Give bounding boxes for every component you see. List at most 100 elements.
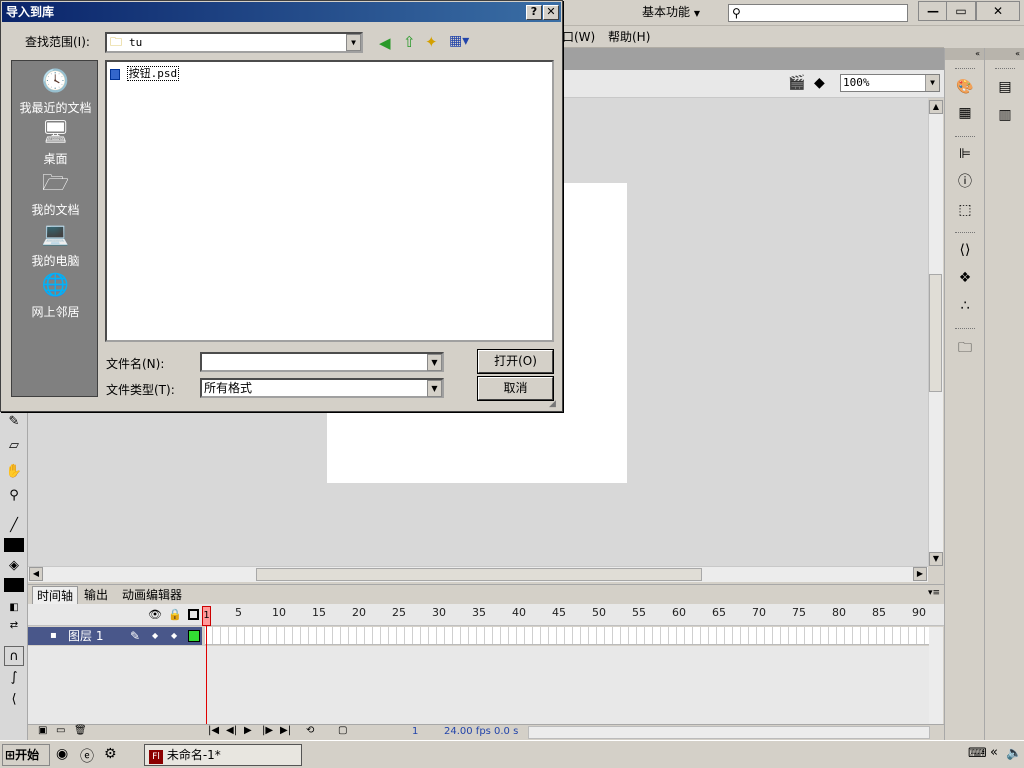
onion-skin-icon[interactable]: ▢ [338,725,347,736]
delete-icon[interactable]: 🗑 [74,725,87,736]
new-layer-icon[interactable]: ▣ [38,725,47,736]
place-network[interactable]: 🌐 网上邻居 [12,271,99,320]
playhead-handle[interactable]: 1 [202,606,211,626]
view-menu-icon[interactable]: ▦▾ [449,33,469,49]
chevron-down-icon[interactable]: ▼ [346,34,361,51]
panel-grip[interactable] [955,68,975,74]
help-button[interactable]: ? [526,5,542,20]
collapse-icon[interactable]: « [985,48,1024,60]
cancel-button[interactable]: 取消 [477,376,554,401]
stroke-color-swatch[interactable] [4,538,24,552]
filetype-select[interactable]: 所有格式 ▼ [200,378,444,398]
color-panel-icon[interactable]: 🎨 [954,76,976,98]
panel-grip[interactable] [955,136,975,142]
layer-row[interactable]: ▪ 图层 1 ✎ ◆ ◆ [28,627,202,645]
hand-icon[interactable]: ✋ [4,462,24,482]
play-icon[interactable]: ▶ [244,725,252,736]
collapse-icon[interactable]: « [945,48,984,60]
edit-symbols-icon[interactable]: ◆ [814,75,825,91]
snap-magnet-icon[interactable]: ∩ [4,646,24,666]
place-my-computer[interactable]: 💻 我的电脑 [12,220,99,269]
place-recent[interactable]: 🕓 我最近的文档 [12,67,99,116]
up-folder-icon[interactable]: ⇧ [403,33,416,51]
default-colors-icon[interactable]: ◧ [4,598,24,618]
edit-scene-icon[interactable]: 🎬 [788,75,805,91]
frame-strip[interactable] [205,627,929,645]
eye-icon[interactable]: 👁 [148,608,162,621]
layer-name[interactable]: 图层 1 [68,627,103,645]
workspace-switcher[interactable]: 基本功能 ▼ [636,3,714,22]
lookin-select[interactable]: 🗀 tu ▼ [105,32,363,53]
panel-menu-icon[interactable]: ▾≡ [928,588,940,598]
eraser-icon[interactable]: ▱ [4,436,24,456]
properties-panel-icon[interactable]: ▤ [994,76,1016,98]
chevron-down-icon[interactable]: ▼ [427,354,442,371]
step-forward-icon[interactable]: |▶ [262,725,273,736]
lock-dot[interactable]: ◆ [171,627,177,645]
swap-colors-icon[interactable]: ⇄ [4,616,24,636]
vertical-scroll-thumb[interactable] [929,274,942,392]
outline-icon[interactable] [188,609,199,620]
components-panel-icon[interactable]: ❖ [954,267,976,289]
align-panel-icon[interactable]: ⊫ [954,143,976,165]
stroke-color-icon[interactable]: ╱ [4,516,24,536]
swatches-panel-icon[interactable]: ▦ [954,102,976,124]
keyboard-icon[interactable]: ⌨ [968,746,987,761]
horizontal-scroll-thumb[interactable] [256,568,702,581]
loop-icon[interactable]: ⟲ [306,725,314,736]
straighten-icon[interactable]: ⟨ [4,690,24,710]
filename-input[interactable]: ▼ [200,352,444,372]
media-icon[interactable]: ⚙ [104,746,117,762]
project-panel-icon[interactable]: 🗀 [954,337,976,359]
timeline-horizontal-scrollbar[interactable] [528,726,930,739]
eyedropper-icon[interactable]: ✎ [4,412,24,432]
restore-button[interactable]: ▭ [946,1,976,21]
scroll-left-icon[interactable]: ◀ [29,567,43,581]
open-button[interactable]: 打开(O) [477,349,554,374]
back-icon[interactable]: ◀ [379,34,391,52]
transform-panel-icon[interactable]: ⬚ [954,199,976,221]
info-panel-icon[interactable]: ⓘ [954,171,976,193]
last-frame-icon[interactable]: ▶| [280,725,291,736]
zoom-select[interactable]: 100% ▼ [840,74,940,92]
volume-icon[interactable]: 🔈 [1006,746,1022,761]
fill-color-swatch[interactable] [4,578,24,592]
menu-window[interactable]: 口(W) [562,28,595,46]
dialog-title-bar[interactable]: 导入到库 ? ✕ [2,2,561,22]
place-desktop[interactable]: 🖥 桌面 [12,118,99,167]
search-input[interactable]: ⚲ [728,4,908,22]
motion-presets-icon[interactable]: ∴ [954,295,976,317]
close-button[interactable]: ✕ [976,1,1020,21]
library-panel-icon[interactable]: ▥ [994,104,1016,126]
panel-grip[interactable] [955,232,975,238]
tab-motion-editor[interactable]: 动画编辑器 [118,586,186,604]
taskbar-flash-item[interactable]: Fl 未命名-1* [144,744,302,766]
layer-color-swatch[interactable] [188,630,200,642]
frame-rate[interactable]: 24.00 fps [444,726,491,737]
scroll-down-icon[interactable]: ▼ [929,552,943,566]
new-folder-icon[interactable]: ▭ [56,725,65,736]
panel-grip[interactable] [955,328,975,334]
actions-panel-icon[interactable]: ⟨⟩ [954,239,976,261]
tab-timeline[interactable]: 时间轴 [32,586,79,604]
zoom-icon[interactable]: ⚲ [4,486,24,506]
fill-color-icon[interactable]: ◈ [4,556,24,576]
list-item[interactable]: 按钮.psd [110,65,180,81]
start-button[interactable]: ⊞开始 [2,744,50,766]
menu-help[interactable]: 帮助(H) [608,28,650,46]
scroll-up-icon[interactable]: ▲ [929,100,943,114]
step-back-icon[interactable]: ◀| [226,725,237,736]
minimize-button[interactable]: — [918,1,948,21]
browser-icon[interactable]: ◉ [56,746,68,762]
dialog-close-button[interactable]: ✕ [543,5,559,20]
resize-grip-icon[interactable]: ◢ [549,399,556,409]
timeline-vertical-scrollbar[interactable] [929,627,943,724]
new-folder-icon[interactable]: ✦ [425,33,438,51]
file-list[interactable]: 按钮.psd [105,60,554,342]
smooth-icon[interactable]: ∫ [4,668,24,688]
first-frame-icon[interactable]: |◀ [208,725,219,736]
panel-grip[interactable] [995,68,1015,74]
ie-icon[interactable]: ⓔ [80,746,94,766]
tray-expand-icon[interactable]: « [990,745,998,760]
current-frame[interactable]: 1 [412,726,418,737]
